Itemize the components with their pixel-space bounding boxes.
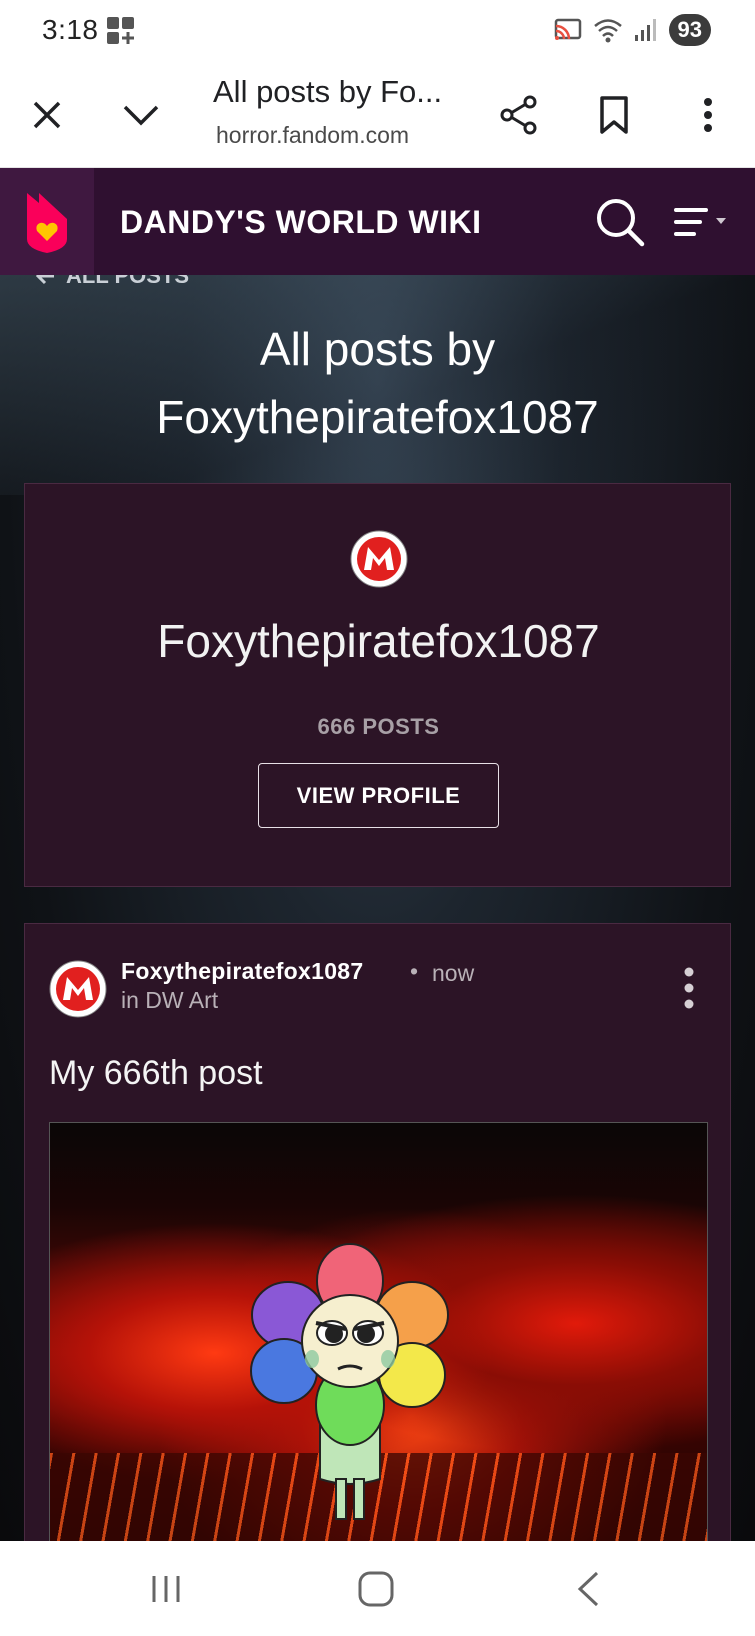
- status-bar: 3:18 93: [0, 0, 755, 62]
- wifi-icon: [593, 19, 622, 43]
- system-navigation-bar: [0, 1541, 755, 1636]
- home-icon[interactable]: [346, 1566, 406, 1612]
- post-image[interactable]: [49, 1122, 708, 1541]
- status-time: 3:18: [42, 14, 99, 45]
- all-posts-link[interactable]: ALL POSTS: [34, 275, 189, 289]
- profile-username: Foxythepiratefox1087: [157, 615, 600, 667]
- page-content: ALL POSTS All posts by Foxythepiratefox1…: [0, 275, 755, 1541]
- share-icon[interactable]: [494, 90, 544, 140]
- close-icon[interactable]: [22, 90, 72, 140]
- avatar[interactable]: [350, 530, 408, 588]
- browser-toolbar: All posts by Fo... horror.fandom.com: [0, 62, 755, 168]
- view-profile-button[interactable]: VIEW PROFILE: [258, 763, 499, 828]
- bookmark-icon[interactable]: [589, 90, 639, 140]
- more-vertical-icon[interactable]: [683, 90, 733, 140]
- post-author[interactable]: Foxythepiratefox1087: [121, 958, 363, 985]
- avatar[interactable]: [49, 960, 107, 1018]
- tab-title[interactable]: All posts by Fo...: [213, 74, 442, 110]
- recent-apps-icon[interactable]: [136, 1566, 196, 1612]
- search-icon[interactable]: [594, 196, 646, 248]
- status-icons: 93: [553, 13, 711, 47]
- post-card: Foxythepiratefox1087 • now in DW Art My …: [24, 923, 731, 1541]
- post-title[interactable]: My 666th post: [49, 1054, 263, 1093]
- flower-character-illustration: [250, 1243, 449, 1520]
- menu-icon[interactable]: [672, 198, 736, 248]
- cast-icon: [554, 18, 581, 40]
- page-url[interactable]: horror.fandom.com: [216, 122, 409, 149]
- battery-indicator: 93: [668, 14, 711, 46]
- post-time: now: [432, 960, 475, 986]
- wiki-header: DANDY'S WORLD WIKI: [0, 168, 755, 275]
- profile-card: Foxythepiratefox1087 666 POSTS VIEW PROF…: [24, 483, 731, 887]
- back-icon[interactable]: [558, 1566, 618, 1612]
- page-title: All posts by Foxythepiratefox1087: [156, 323, 599, 443]
- arrow-left-icon: [35, 275, 54, 285]
- separator-dot: •: [410, 958, 419, 984]
- grid-widget-icon: [107, 17, 134, 44]
- wiki-name[interactable]: DANDY'S WORLD WIKI: [120, 204, 481, 241]
- all-posts-label: ALL POSTS: [66, 275, 190, 288]
- more-vertical-icon[interactable]: [677, 966, 701, 1010]
- post-category[interactable]: in DW Art: [121, 987, 218, 1014]
- post-count: 666 POSTS: [317, 714, 440, 739]
- signal-icon: [634, 19, 656, 41]
- fandom-logo-icon[interactable]: [0, 168, 94, 275]
- chevron-down-icon[interactable]: [116, 90, 166, 140]
